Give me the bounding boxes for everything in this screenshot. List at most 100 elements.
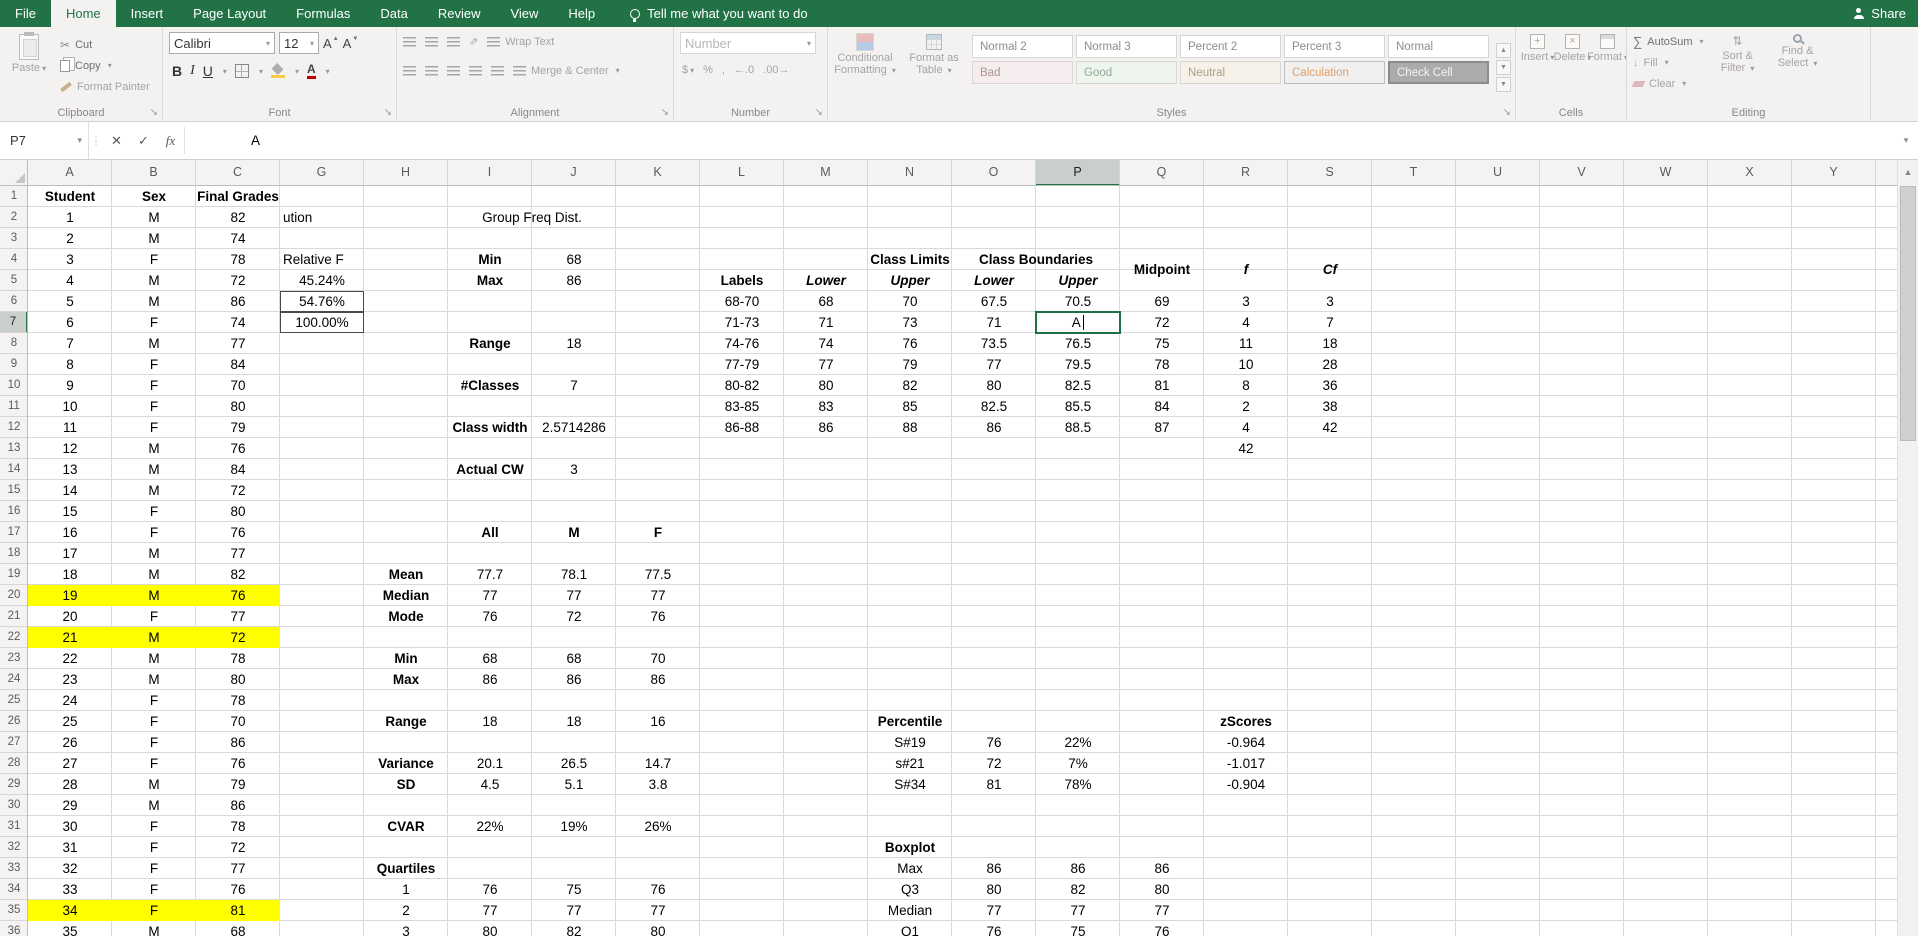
cell-C18[interactable]: 77: [196, 543, 280, 564]
bottom-align-button[interactable]: [447, 36, 460, 47]
row-header-21[interactable]: 21: [0, 606, 27, 627]
cell-C31[interactable]: 78: [196, 816, 280, 837]
font-family-select[interactable]: Calibri ▾: [169, 32, 275, 54]
column-header-C[interactable]: C: [196, 160, 280, 185]
cell-B27[interactable]: F: [112, 732, 196, 753]
cell-A33[interactable]: 32: [28, 858, 112, 879]
cell-K19[interactable]: 77.5: [616, 564, 700, 585]
column-header-N[interactable]: N: [868, 160, 952, 185]
merge-center-button[interactable]: Merge & Center ▾: [513, 61, 620, 80]
cell-O6[interactable]: 67.5: [952, 291, 1036, 312]
cell-R26[interactable]: zScores: [1204, 711, 1288, 732]
cell-style-percent-3[interactable]: Percent 3: [1284, 35, 1385, 58]
cell-A10[interactable]: 9: [28, 375, 112, 396]
cell-K29[interactable]: 3.8: [616, 774, 700, 795]
row-header-31[interactable]: 31: [0, 816, 27, 837]
cell-L7[interactable]: 71-73: [700, 312, 784, 333]
cell-A22[interactable]: 21: [28, 627, 112, 648]
cell-I5[interactable]: Max: [448, 270, 532, 291]
column-header-H[interactable]: H: [364, 160, 448, 185]
cell-L12[interactable]: 86-88: [700, 417, 784, 438]
cell-B4[interactable]: F: [112, 249, 196, 270]
tab-help[interactable]: Help: [553, 0, 610, 27]
column-header-P[interactable]: P: [1036, 160, 1120, 185]
cell-Q36[interactable]: 76: [1120, 921, 1204, 936]
cell-C13[interactable]: 76: [196, 438, 280, 459]
cell-C32[interactable]: 72: [196, 837, 280, 858]
cell-style-normal-2[interactable]: Normal 2: [972, 35, 1073, 58]
bold-button[interactable]: B: [172, 63, 182, 79]
cell-H28[interactable]: Variance: [364, 753, 448, 774]
cell-C26[interactable]: 70: [196, 711, 280, 732]
cell-I20[interactable]: 77: [448, 585, 532, 606]
cell-A23[interactable]: 22: [28, 648, 112, 669]
align-right-button[interactable]: [447, 65, 460, 76]
enter-button[interactable]: ✓: [130, 122, 157, 159]
cell-P9[interactable]: 79.5: [1036, 354, 1120, 375]
cell-R29[interactable]: -0.904: [1204, 774, 1288, 795]
cell-B23[interactable]: M: [112, 648, 196, 669]
cell-N12[interactable]: 88: [868, 417, 952, 438]
fill-button[interactable]: ↓ Fill ▾: [1633, 53, 1704, 72]
cell-S9[interactable]: 28: [1288, 354, 1372, 375]
tab-file[interactable]: File: [0, 0, 51, 27]
cell-K31[interactable]: 26%: [616, 816, 700, 837]
cell-H36[interactable]: 3: [364, 921, 448, 936]
cell-J35[interactable]: 77: [532, 900, 616, 921]
formula-input[interactable]: A: [185, 122, 1894, 159]
cell-O35[interactable]: 77: [952, 900, 1036, 921]
cell-A28[interactable]: 27: [28, 753, 112, 774]
row-header-7[interactable]: 7: [0, 312, 27, 333]
cell-A16[interactable]: 15: [28, 501, 112, 522]
clear-button[interactable]: Clear ▾: [1631, 74, 1704, 93]
tab-data[interactable]: Data: [365, 0, 422, 27]
format-as-table-button[interactable]: Format as Table ▾: [903, 32, 965, 103]
cell-O29[interactable]: 81: [952, 774, 1036, 795]
tab-review[interactable]: Review: [423, 0, 496, 27]
column-header-I[interactable]: I: [448, 160, 532, 185]
row-header-34[interactable]: 34: [0, 879, 27, 900]
cell-P6[interactable]: 70.5: [1036, 291, 1120, 312]
cell-I26[interactable]: 18: [448, 711, 532, 732]
cell-N10[interactable]: 82: [868, 375, 952, 396]
cell-B26[interactable]: F: [112, 711, 196, 732]
cell-P27[interactable]: 22%: [1036, 732, 1120, 753]
cell-I21[interactable]: 76: [448, 606, 532, 627]
cell-A14[interactable]: 13: [28, 459, 112, 480]
row-header-28[interactable]: 28: [0, 753, 27, 774]
cell-I29[interactable]: 4.5: [448, 774, 532, 795]
cut-button[interactable]: ✂ Cut: [60, 35, 150, 54]
cell-N27[interactable]: S#19: [868, 732, 952, 753]
cell-H19[interactable]: Mean: [364, 564, 448, 585]
row-header-4[interactable]: 4: [0, 249, 27, 270]
cell-G5[interactable]: 45.24%: [280, 270, 364, 291]
number-dialog-launcher[interactable]: ↘: [815, 107, 823, 119]
conditional-formatting-button[interactable]: Conditional Formatting ▾: [834, 32, 896, 103]
column-header-A[interactable]: A: [28, 160, 112, 185]
cell-J19[interactable]: 78.1: [532, 564, 616, 585]
cell-S7[interactable]: 7: [1288, 312, 1372, 333]
expand-formula-bar-button[interactable]: ▾: [1894, 122, 1918, 159]
cell-A6[interactable]: 5: [28, 291, 112, 312]
cell-A3[interactable]: 2: [28, 228, 112, 249]
increase-indent-button[interactable]: [491, 65, 504, 76]
cell-C28[interactable]: 76: [196, 753, 280, 774]
paste-button[interactable]: Paste ▾: [6, 32, 52, 96]
cell-O10[interactable]: 80: [952, 375, 1036, 396]
cell-N9[interactable]: 79: [868, 354, 952, 375]
cell-I35[interactable]: 77: [448, 900, 532, 921]
row-header-2[interactable]: 2: [0, 207, 27, 228]
cell-A34[interactable]: 33: [28, 879, 112, 900]
cell-R10[interactable]: 8: [1204, 375, 1288, 396]
cell-Q10[interactable]: 81: [1120, 375, 1204, 396]
vertical-scrollbar[interactable]: ▲: [1897, 160, 1918, 936]
cell-B18[interactable]: M: [112, 543, 196, 564]
tab-insert[interactable]: Insert: [116, 0, 179, 27]
column-header-X[interactable]: X: [1708, 160, 1792, 185]
cell-P28[interactable]: 7%: [1036, 753, 1120, 774]
orientation-button[interactable]: ⇗: [469, 35, 478, 48]
cell-C5[interactable]: 72: [196, 270, 280, 291]
cell-R27[interactable]: -0.964: [1204, 732, 1288, 753]
cell-N34[interactable]: Q3: [868, 879, 952, 900]
cell-R11[interactable]: 2: [1204, 396, 1288, 417]
